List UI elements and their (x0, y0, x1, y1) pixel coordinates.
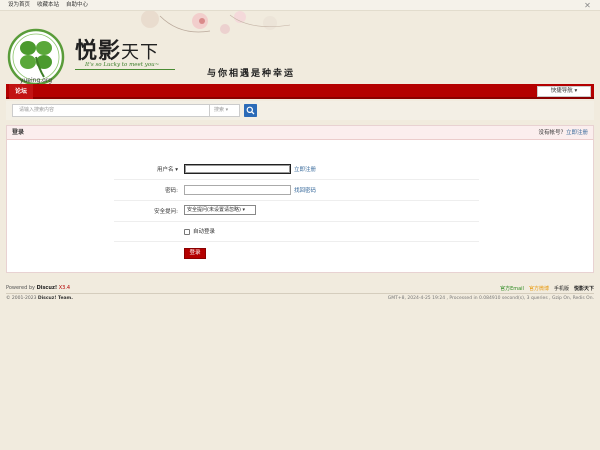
site-title: 悦影天下 (75, 33, 159, 65)
site-slogan: It's so Lucky to meet you~ (85, 62, 160, 68)
auto-login-checkbox[interactable] (184, 229, 190, 235)
search-input[interactable]: 请输入搜索内容 (12, 104, 210, 117)
nav-item-forum[interactable]: 论坛 (9, 84, 34, 99)
close-icon[interactable]: ✕ (583, 1, 592, 10)
search-type-select[interactable]: 搜索 ▾ (210, 104, 240, 117)
row-divider (114, 179, 479, 180)
login-title: 登录 (12, 129, 25, 136)
flower-decoration (141, 11, 291, 34)
top-bar: 设为首页 收藏本站 自助中心 ✕ (0, 0, 600, 11)
site-title-sub: 天下 (121, 42, 160, 63)
row-divider (114, 200, 479, 201)
set-homepage-link[interactable]: 设为首页 (8, 2, 30, 9)
username-label[interactable]: 用户名 ▾ (118, 165, 178, 173)
footer-links: 官方Email 官方微博 手机版 悦影天下 (500, 285, 594, 292)
footer-link-weibo[interactable]: 官方微博 (529, 285, 549, 292)
security-question-label: 安全提问: (154, 209, 178, 215)
header-register-link[interactable]: 立即注册 (566, 130, 588, 136)
search-button[interactable] (244, 104, 257, 117)
footer-link-site[interactable]: 悦影天下 (574, 285, 594, 292)
login-panel: 登录 没有帐号？立即注册 (6, 125, 594, 273)
site-header: yueing.org 悦影天下 It's so Lucky to meet yo… (0, 11, 600, 86)
login-panel-header: 登录 没有帐号？立即注册 (7, 126, 593, 140)
username-field[interactable] (184, 164, 291, 174)
footer-link-email[interactable]: 官方Email (500, 285, 524, 292)
password-label: 密码: (165, 188, 178, 194)
self-service-link[interactable]: 自助中心 (66, 2, 88, 9)
copyright-team[interactable]: Discuz! Team. (38, 296, 73, 301)
forgot-password-link[interactable]: 找回密码 (294, 186, 316, 194)
security-question-select[interactable]: 安全提问(未设置请忽略) ▾ (184, 205, 256, 215)
slogan-divider (75, 69, 175, 70)
footer-processing-info: GMT+8, 2024-4-25 19:24 , Processed in 0.… (387, 296, 594, 301)
powered-name[interactable]: Discuz! (37, 285, 58, 291)
bookmark-site-link[interactable]: 收藏本站 (37, 2, 59, 9)
search-bar: 请输入搜索内容 搜索 ▾ (6, 101, 594, 120)
powered-version: X3.4 (58, 285, 71, 291)
site-title-main: 悦影 (75, 38, 122, 64)
row-divider (114, 241, 479, 242)
powered-prefix: Powered by (6, 285, 35, 291)
footer-divider (6, 293, 594, 294)
main-nav: 论坛 快捷导航 ▾ (6, 84, 594, 99)
copyright: © 2001-2023 Discuz! Team. (6, 296, 73, 301)
site-logo[interactable]: yueing.org (6, 27, 66, 87)
no-account-text: 没有帐号？ (538, 130, 566, 136)
top-links: 设为首页 收藏本站 自助中心 (8, 2, 88, 9)
no-account-prompt: 没有帐号？立即注册 (538, 126, 588, 140)
copyright-years: © 2001-2023 (6, 296, 37, 301)
powered-by: Powered by Discuz! X3.4 (6, 285, 70, 291)
site-tagline: 与你相遇是种幸运 (207, 69, 296, 79)
logo-text: yueing.org (20, 77, 52, 84)
footer-link-mobile[interactable]: 手机版 (554, 285, 569, 292)
auto-login-label[interactable]: 自动登录 (193, 229, 215, 235)
register-link[interactable]: 立即注册 (294, 165, 316, 173)
password-field[interactable] (184, 185, 291, 195)
login-submit-button[interactable]: 登录 (184, 248, 206, 259)
row-divider (114, 221, 479, 222)
quick-nav-button[interactable]: 快捷导航 ▾ (537, 86, 591, 97)
